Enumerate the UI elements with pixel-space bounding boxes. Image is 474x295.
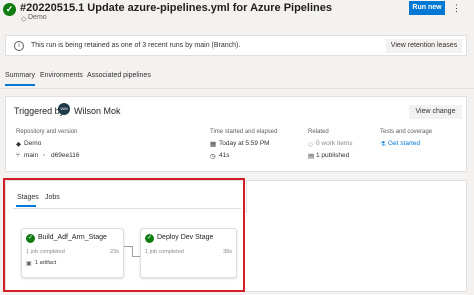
project-name[interactable]: Demo <box>28 14 47 21</box>
triggered-by-label: Triggered by <box>14 106 65 116</box>
tests-get-started-link[interactable]: Get started <box>388 140 420 147</box>
run-header: ✓ #20220515.1 Update azure-pipelines.yml… <box>0 0 474 30</box>
tab-associated-pipelines[interactable]: Associated pipelines <box>87 72 151 79</box>
repo-name[interactable]: Demo <box>24 140 41 147</box>
flask-icon: ⚗ <box>380 141 386 148</box>
view-retention-leases-button[interactable]: View retention leases <box>386 39 462 53</box>
repo-icon: ◆ <box>16 141 21 148</box>
triggered-by-user: Wilson Mok <box>74 106 121 116</box>
tab-environments[interactable]: Environments <box>40 72 83 79</box>
tests-heading: Tests and coverage <box>380 129 433 135</box>
repo-version-heading: Repository and version <box>16 129 78 135</box>
highlight-box <box>3 178 245 292</box>
work-items-icon: ◇ <box>308 141 313 148</box>
view-change-button[interactable]: View change <box>409 105 462 119</box>
related-heading: Related <box>308 129 329 135</box>
commit-icon: ◦ <box>43 152 46 159</box>
run-new-button[interactable]: Run new <box>409 1 445 15</box>
elapsed-time: 41s <box>219 152 230 159</box>
success-check-icon: ✓ <box>3 3 16 16</box>
time-heading: Time started and elapsed <box>210 129 278 135</box>
more-actions-icon[interactable]: ⋮ <box>452 3 461 14</box>
panel-divider <box>246 181 247 213</box>
tab-summary-underline <box>5 84 35 86</box>
tabs-divider <box>0 88 474 89</box>
run-title: #20220515.1 Update azure-pipelines.yml f… <box>20 2 332 14</box>
calendar-icon: ▦ <box>210 141 217 148</box>
start-time: Today at 5:59 PM <box>219 140 270 147</box>
branch-icon: ⑂ <box>16 152 20 159</box>
tab-summary[interactable]: Summary <box>5 72 35 79</box>
branch-name[interactable]: main <box>24 152 38 159</box>
commit-id[interactable]: d69ee116 <box>51 152 79 159</box>
artifact-published-icon: ▤ <box>308 153 315 160</box>
run-summary-card: Triggered by WM Wilson Mok View change R… <box>5 96 467 172</box>
work-items: 0 work items <box>316 140 353 147</box>
clock-icon: ◷ <box>210 153 216 160</box>
info-icon: i <box>14 41 24 51</box>
retention-message: This run is being retained as one of 3 r… <box>31 42 241 49</box>
published-artifacts-link[interactable]: 1 published <box>316 152 349 159</box>
project-icon: ◇ <box>21 16 27 23</box>
avatar: WM <box>58 103 70 115</box>
retention-banner: i This run is being retained as one of 3… <box>5 35 467 56</box>
